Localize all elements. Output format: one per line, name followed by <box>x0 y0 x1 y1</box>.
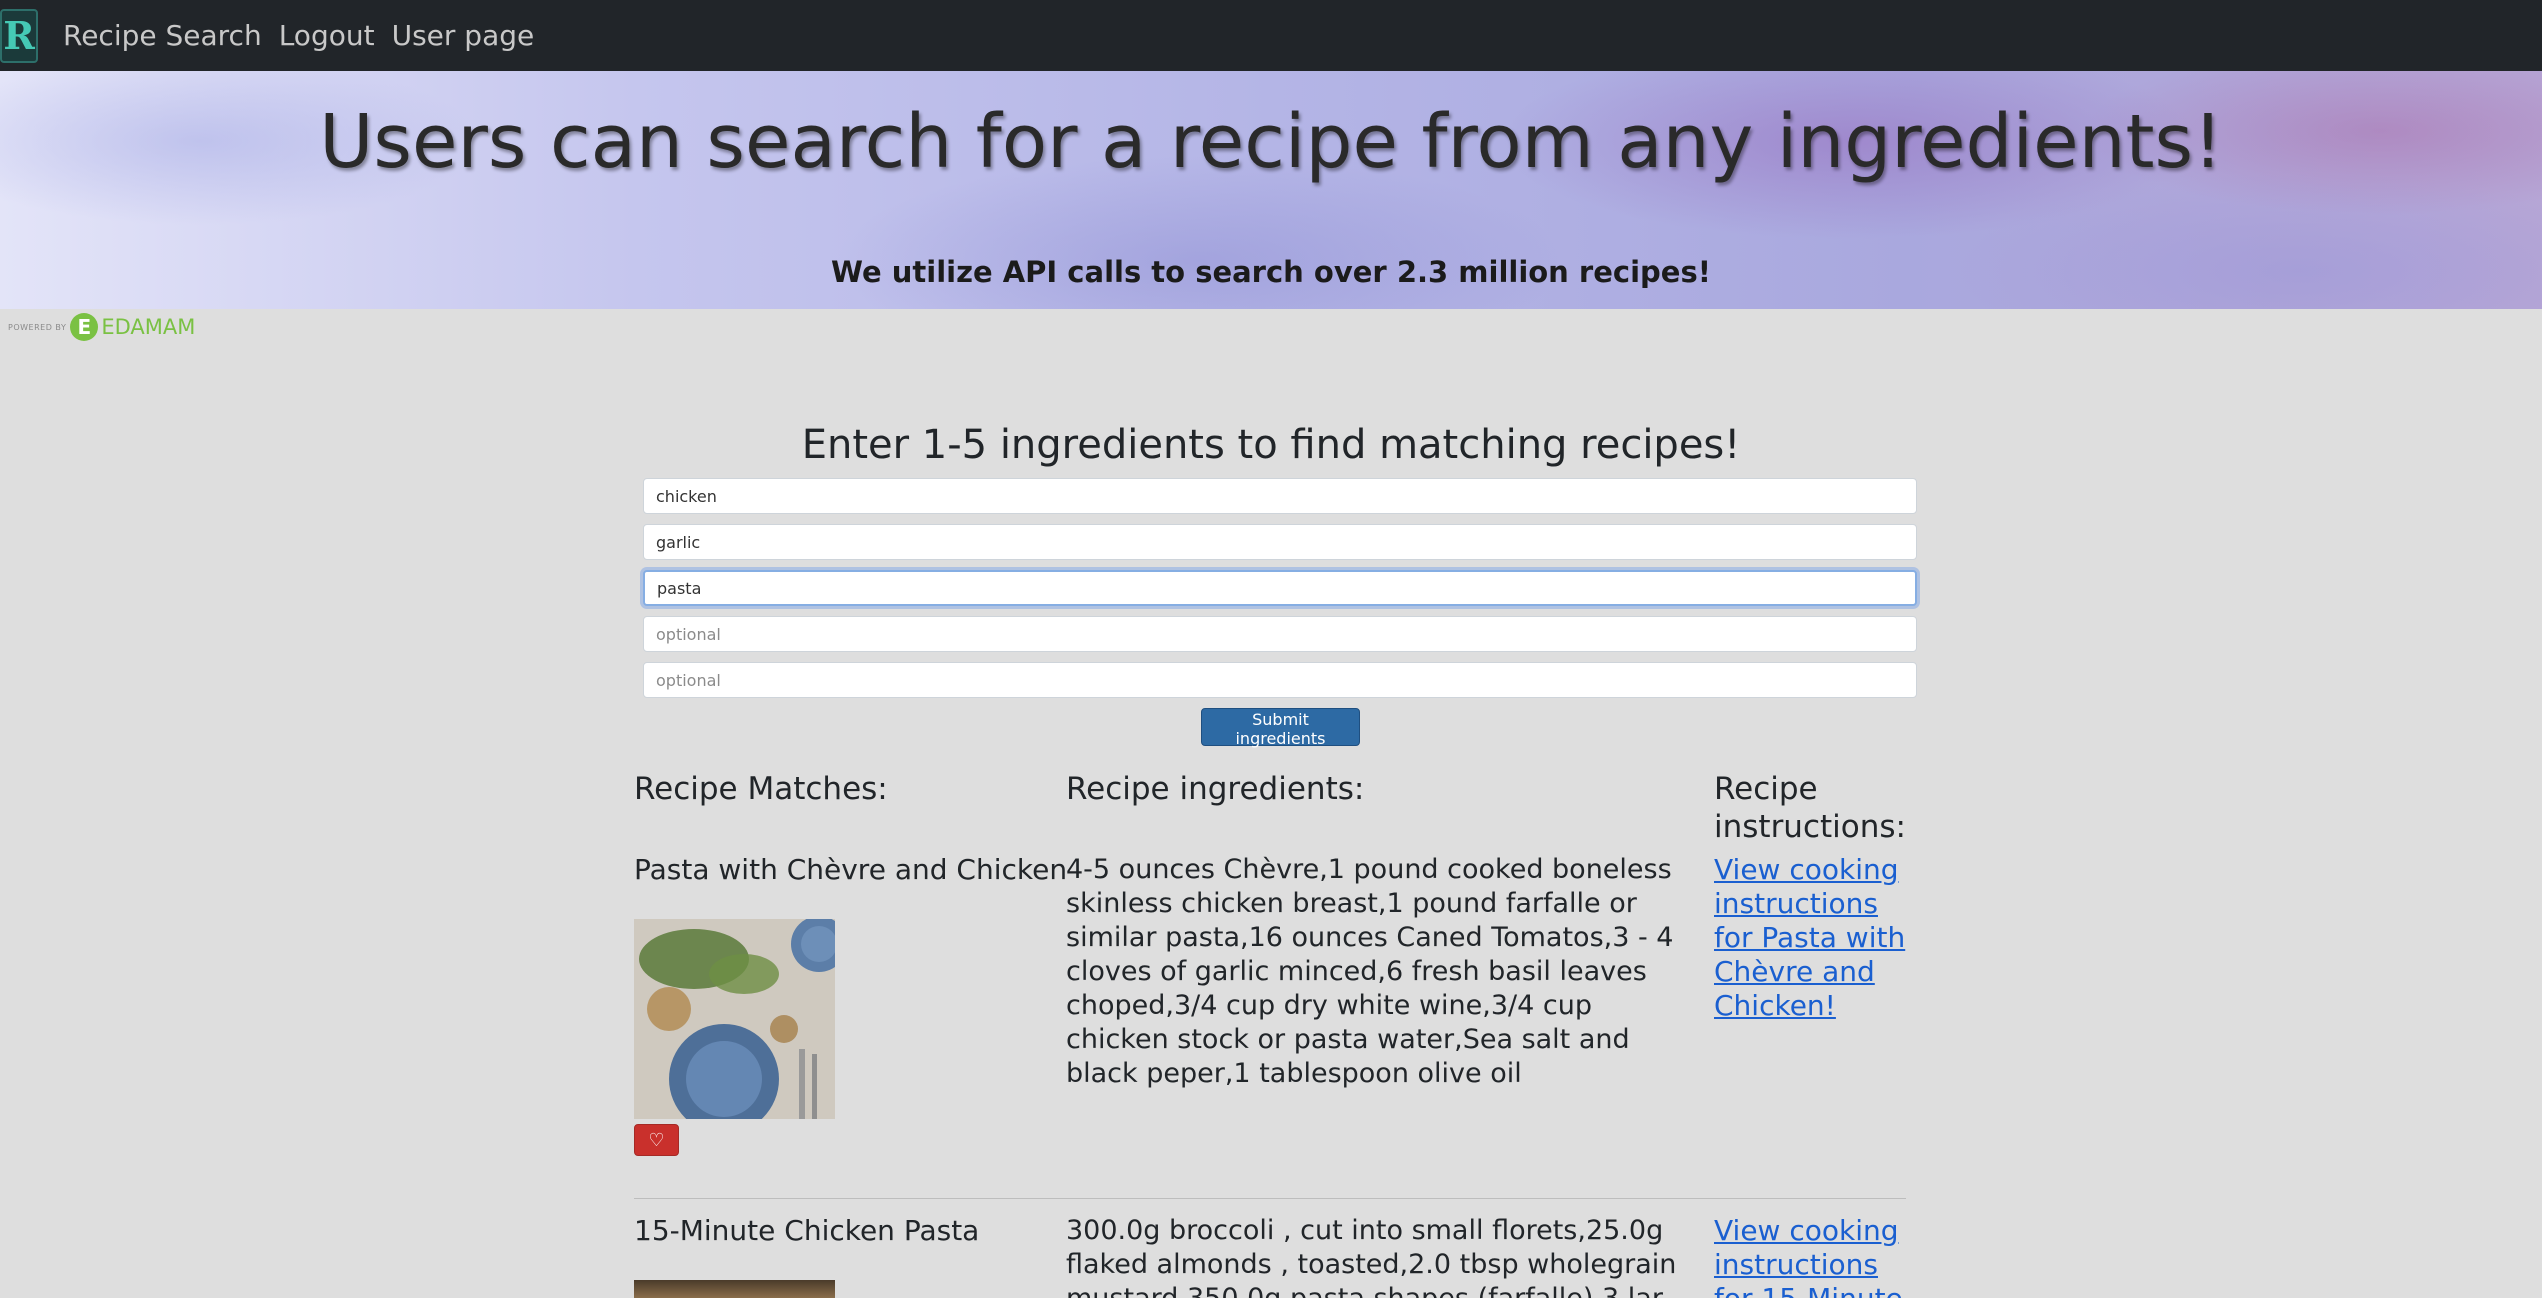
heart-icon: ♡ <box>648 1129 665 1151</box>
hero-subtitle: We utilize API calls to search over 2.3 … <box>831 255 1711 289</box>
recipe-ingredients: 4-5 ounces Chèvre,1 pound cooked boneles… <box>1066 854 1674 1089</box>
edamam-brand: EDAMAM <box>101 315 196 339</box>
nav-link-logout[interactable]: Logout <box>279 0 375 71</box>
recipe-divider <box>634 1198 1906 1199</box>
ingredient-input-5[interactable] <box>643 662 1917 698</box>
form-title: Enter 1-5 ingredients to find matching r… <box>801 422 1741 468</box>
view-instructions-link[interactable]: View cooking instructions for 15-Minute … <box>1714 1214 1914 1298</box>
recipe-ingredients: 300.0g broccoli , cut into small florets… <box>1066 1215 1677 1298</box>
logo-icon[interactable]: R <box>0 8 38 63</box>
recipe-name: Pasta with Chèvre and Chicken <box>634 853 1068 886</box>
favorite-button[interactable]: ♡ <box>634 1124 679 1156</box>
hero-banner: Users can search for a recipe from any i… <box>0 71 2542 309</box>
recipe-matches-header: Recipe Matches: <box>634 771 888 807</box>
nav-link-user-page[interactable]: User page <box>392 0 535 71</box>
edamam-logo-icon: E <box>70 313 99 341</box>
hero-title: Users can search for a recipe from any i… <box>319 99 2223 185</box>
recipe-image[interactable] <box>634 919 835 1119</box>
ingredient-input-1[interactable] <box>643 478 1917 514</box>
recipe-photo <box>634 919 835 1119</box>
nav-link-recipe-search[interactable]: Recipe Search <box>63 0 262 71</box>
recipe-image[interactable] <box>634 1280 835 1298</box>
recipe-instructions-header: Recipe instructions: <box>1714 771 1906 845</box>
ingredient-input-3[interactable] <box>643 570 1917 606</box>
ingredient-input-2[interactable] <box>643 524 1917 560</box>
view-instructions-link[interactable]: View cooking instructions for Pasta with… <box>1714 853 1914 1023</box>
recipe-name: 15-Minute Chicken Pasta <box>634 1214 980 1247</box>
recipe-ingredients-header: Recipe ingredients: <box>1066 771 1365 807</box>
ingredient-input-4[interactable] <box>643 616 1917 652</box>
navbar: R Recipe Search Logout User page <box>0 0 2542 71</box>
submit-ingredients-button[interactable]: Submit ingredients <box>1201 708 1360 748</box>
edamam-attribution[interactable]: POWERED BY E EDAMAM <box>8 313 195 341</box>
powered-by-label: POWERED BY <box>8 322 67 332</box>
